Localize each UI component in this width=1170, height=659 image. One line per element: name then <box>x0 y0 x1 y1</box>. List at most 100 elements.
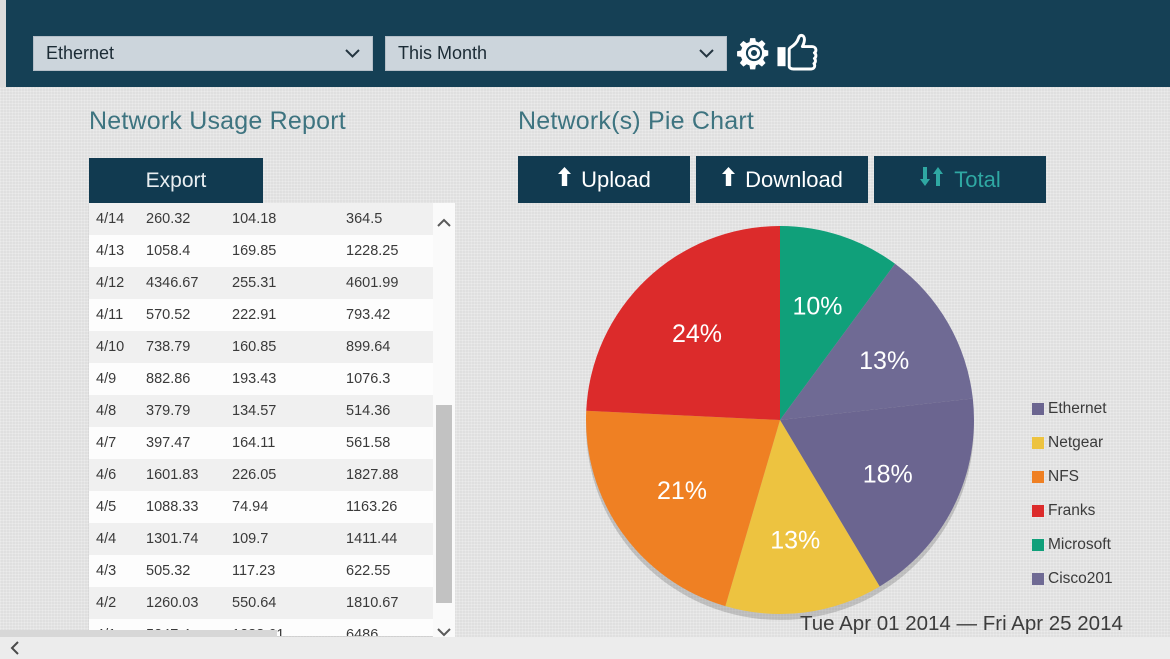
gear-icon[interactable] <box>735 34 773 72</box>
table-cell-date: 4/12 <box>89 275 146 291</box>
table-row[interactable]: 4/131058.4169.851228.25 <box>89 235 445 267</box>
table-row[interactable]: 4/11570.52222.91793.42 <box>89 299 445 331</box>
legend-swatch-icon <box>1032 437 1044 449</box>
scrollbar-track-highlight <box>0 630 277 637</box>
table-cell-download: 109.7 <box>232 531 346 547</box>
arrow-down-up-icon <box>919 166 945 193</box>
legend-swatch-icon <box>1032 539 1044 551</box>
page-title-report: Network Usage Report <box>89 107 346 136</box>
pie-legend: Ethernet Netgear NFS Franks Microsoft Cisco20… <box>1032 400 1113 588</box>
pie-slice-label: 21% <box>657 477 707 505</box>
table-cell-download: 160.85 <box>232 339 346 355</box>
table-row[interactable]: 4/21260.03550.641810.67 <box>89 587 445 619</box>
table-cell-total: 899.64 <box>346 339 442 355</box>
legend-swatch-icon <box>1032 403 1044 415</box>
table-cell-date: 4/3 <box>89 563 146 579</box>
table-cell-upload: 397.47 <box>146 435 232 451</box>
table-cell-download: 222.91 <box>232 307 346 323</box>
table-cell-upload: 1260.03 <box>146 595 232 611</box>
page-horizontal-scrollbar[interactable] <box>0 637 1170 659</box>
table-cell-download: 169.85 <box>232 243 346 259</box>
pie-slice-label: 13% <box>770 526 820 554</box>
legend-item-label: Franks <box>1048 502 1095 520</box>
table-cell-date: 4/8 <box>89 403 146 419</box>
legend-item[interactable]: NFS <box>1032 468 1113 486</box>
table-cell-date: 4/13 <box>89 243 146 259</box>
top-toolbar: Ethernet This Month <box>0 0 1170 87</box>
network-select-value: Ethernet <box>46 43 114 63</box>
table-cell-date: 4/11 <box>89 307 146 323</box>
table-cell-date: 4/10 <box>89 339 146 355</box>
chevron-left-icon[interactable] <box>10 637 19 659</box>
table-row[interactable]: 4/51088.3374.941163.26 <box>89 491 445 523</box>
table-cell-total: 1810.67 <box>346 595 442 611</box>
usage-table[interactable]: 4/14260.32104.18364.54/131058.4169.85122… <box>89 203 445 636</box>
table-cell-download: 193.43 <box>232 371 346 387</box>
date-range-label: Tue Apr 01 2014 — Fri Apr 25 2014 <box>800 612 1123 636</box>
legend-swatch-icon <box>1032 471 1044 483</box>
table-cell-upload: 738.79 <box>146 339 232 355</box>
table-cell-total: 6486 <box>346 627 442 636</box>
pie-slice-label: 13% <box>859 347 909 375</box>
table-cell-upload: 505.32 <box>146 563 232 579</box>
legend-item[interactable]: Franks <box>1032 502 1113 520</box>
legend-item[interactable]: Microsoft <box>1032 536 1113 554</box>
table-cell-upload: 1601.83 <box>146 467 232 483</box>
table-cell-download: 164.11 <box>232 435 346 451</box>
table-cell-upload: 260.32 <box>146 211 232 227</box>
export-button[interactable]: Export <box>89 158 263 203</box>
table-cell-total: 1411.44 <box>346 531 442 547</box>
pie-slice-label: 10% <box>793 293 843 321</box>
table-row[interactable]: 4/3505.32117.23622.55 <box>89 555 445 587</box>
toolbar-left-edge <box>0 0 6 87</box>
table-cell-total: 622.55 <box>346 563 442 579</box>
table-row[interactable]: 4/41301.74109.71411.44 <box>89 523 445 555</box>
period-select-value: This Month <box>398 43 487 63</box>
table-cell-date: 4/5 <box>89 499 146 515</box>
chevron-down-icon <box>699 37 714 70</box>
table-vertical-scrollbar[interactable] <box>433 203 455 651</box>
table-cell-total: 1076.3 <box>346 371 442 387</box>
network-pie-chart[interactable]: 10%13%18%13%21%24% <box>560 200 1000 630</box>
chevron-down-icon <box>345 37 360 70</box>
legend-swatch-icon <box>1032 505 1044 517</box>
table-row[interactable]: 4/7397.47164.11561.58 <box>89 427 445 459</box>
table-cell-date: 4/9 <box>89 371 146 387</box>
network-select[interactable]: Ethernet <box>33 36 373 71</box>
page-title-pie: Network(s) Pie Chart <box>518 107 754 136</box>
table-cell-download: 226.05 <box>232 467 346 483</box>
legend-item-label: Cisco201 <box>1048 570 1113 588</box>
scrollbar-thumb[interactable] <box>436 405 452 603</box>
table-row[interactable]: 4/9882.86193.431076.3 <box>89 363 445 395</box>
legend-item[interactable]: Netgear <box>1032 434 1113 452</box>
table-cell-total: 4601.99 <box>346 275 442 291</box>
upload-filter-button[interactable]: Upload <box>518 156 690 203</box>
table-cell-total: 1827.88 <box>346 467 442 483</box>
total-filter-label: Total <box>954 167 1000 193</box>
download-filter-button[interactable]: Download <box>696 156 868 203</box>
chevron-up-icon[interactable] <box>433 211 455 233</box>
table-row[interactable]: 4/61601.83226.051827.88 <box>89 459 445 491</box>
table-cell-total: 514.36 <box>346 403 442 419</box>
thumbs-up-icon[interactable] <box>776 32 820 74</box>
table-cell-download: 255.31 <box>232 275 346 291</box>
table-cell-download: 74.94 <box>232 499 346 515</box>
table-cell-total: 1228.25 <box>346 243 442 259</box>
legend-item[interactable]: Cisco201 <box>1032 570 1113 588</box>
period-select[interactable]: This Month <box>385 36 727 71</box>
table-row[interactable]: 4/10738.79160.85899.64 <box>89 331 445 363</box>
table-row[interactable]: 4/124346.67255.314601.99 <box>89 267 445 299</box>
table-cell-total: 793.42 <box>346 307 442 323</box>
total-filter-button[interactable]: Total <box>874 156 1046 203</box>
arrow-up-icon <box>721 166 736 193</box>
table-cell-date: 4/7 <box>89 435 146 451</box>
table-cell-date: 4/4 <box>89 531 146 547</box>
legend-item-label: NFS <box>1048 468 1079 486</box>
legend-item[interactable]: Ethernet <box>1032 400 1113 418</box>
download-filter-label: Download <box>745 167 843 193</box>
table-row[interactable]: 4/14260.32104.18364.5 <box>89 203 445 235</box>
legend-item-label: Ethernet <box>1048 400 1107 418</box>
pie-slices <box>586 226 974 614</box>
table-row[interactable]: 4/8379.79134.57514.36 <box>89 395 445 427</box>
upload-filter-label: Upload <box>581 167 651 193</box>
